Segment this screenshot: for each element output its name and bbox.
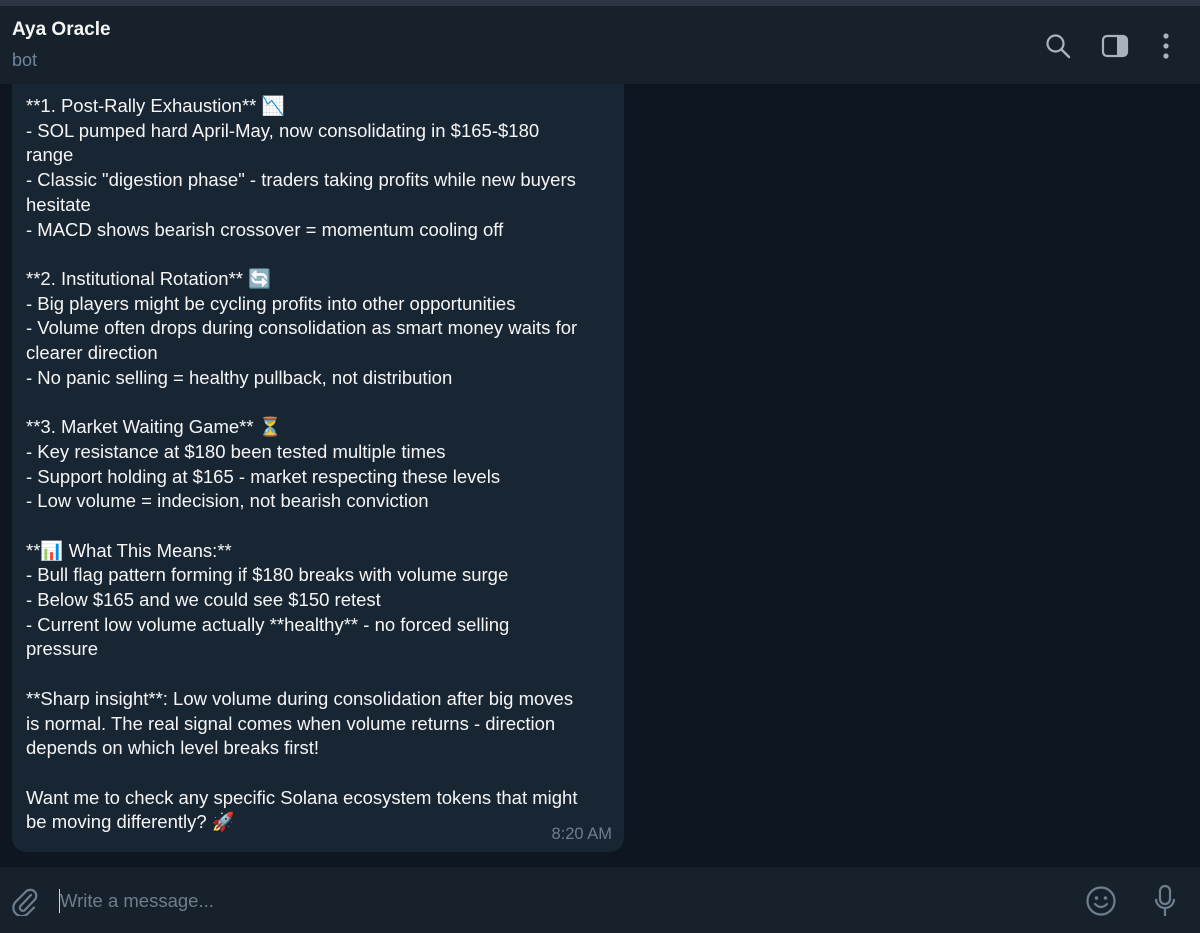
message-line: - Low volume = indecision, not bearish c… [26,490,429,512]
message-line [26,242,610,267]
message-line: - Big players might be cycling profits i… [26,292,516,314]
message-line: - SOL pumped hard April-May, now consoli… [26,119,540,141]
message-line: clearer direction [26,342,158,364]
message-text: **1. Post-Rally Exhaustion** 📉 - SOL pump… [26,94,610,835]
message-input[interactable] [58,881,1042,921]
message-composer [0,867,1200,933]
message-line [26,662,610,687]
message-line: pressure [26,638,98,660]
message-line: be moving differently? 🚀 [26,811,235,833]
message-line: **2. Institutional Rotation** 🔄 [26,267,272,289]
search-icon[interactable] [1042,30,1074,62]
message-line: - Key resistance at $180 been tested mul… [26,440,446,462]
emoji-icon[interactable] [1084,884,1118,918]
message-line: is normal. The real signal comes when vo… [26,712,556,734]
message-line: **1. Post-Rally Exhaustion** 📉 [26,95,285,116]
message-line: - Support holding at $165 - market respe… [26,465,501,487]
chat-message-area[interactable]: **1. Post-Rally Exhaustion** 📉 - SOL pump… [0,84,1200,867]
microphone-icon[interactable] [1150,882,1180,920]
message-line: **📊 What This Means:** [26,539,232,561]
message-line: - Current low volume actually **healthy*… [26,613,510,635]
message-line: depends on which level breaks first! [26,737,320,759]
chat-status: bot [12,50,38,70]
message-line: Want me to check any specific Solana eco… [26,786,578,808]
message-line [26,761,610,786]
side-panel-icon[interactable] [1099,30,1131,62]
attach-icon[interactable] [8,884,40,918]
message-line [26,390,610,415]
message-line: - Volume often drops during consolidatio… [26,317,578,339]
chat-title[interactable]: Aya Oracle [12,19,111,41]
message-time: 8:20 AM [551,825,612,843]
message-line: hesitate [26,193,91,215]
message-line: range [26,144,74,166]
chat-header: Aya Oracle bot [0,6,1200,84]
message-line: - Bull flag pattern forming if $180 brea… [26,564,509,586]
message-line: **Sharp insight**: Low volume during con… [26,687,574,709]
message-bubble[interactable]: **1. Post-Rally Exhaustion** 📉 - SOL pump… [12,84,624,852]
more-vertical-icon[interactable] [1150,30,1182,62]
message-line: **3. Market Waiting Game** ⏳ [26,416,282,438]
message-line: - Classic "digestion phase" - traders ta… [26,169,576,191]
message-line: - MACD shows bearish crossover = momentu… [26,218,504,240]
message-line: - Below $165 and we could see $150 retes… [26,589,381,611]
message-line [26,514,610,539]
message-line: - No panic selling = healthy pullback, n… [26,366,453,388]
